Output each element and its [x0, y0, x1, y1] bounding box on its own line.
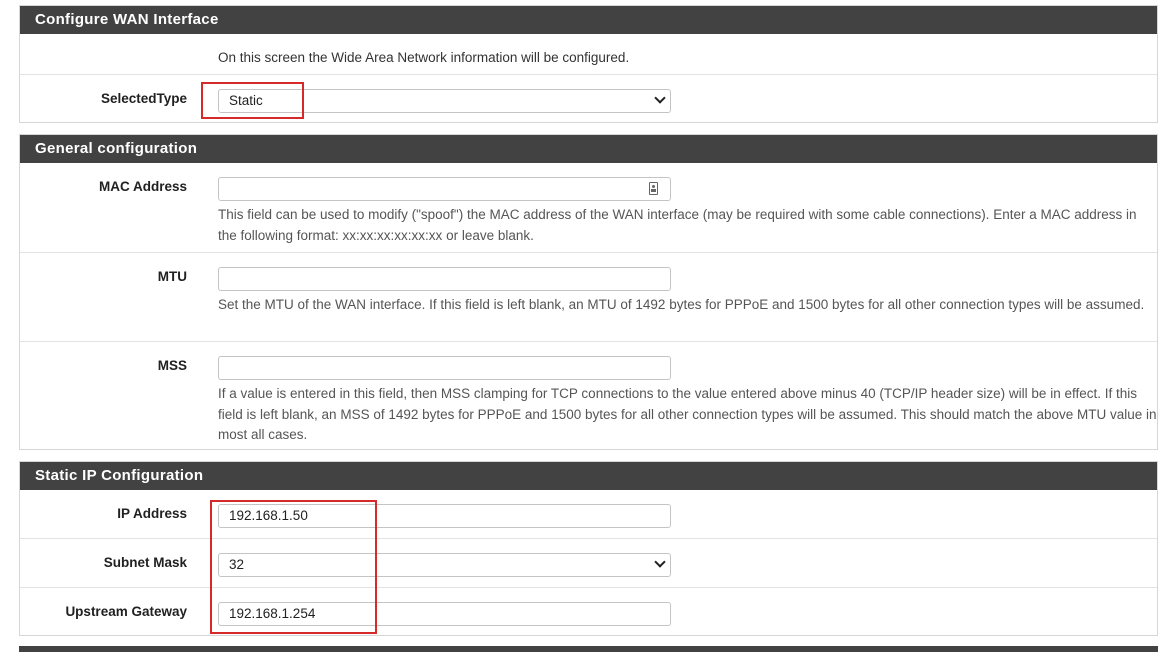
general-panel-title: General configuration [20, 135, 1157, 163]
wan-intro-row: On this screen the Wide Area Network inf… [20, 34, 1157, 74]
selected-type-label: SelectedType [100, 91, 187, 106]
subnet-mask-label: Subnet Mask [103, 555, 187, 570]
wan-panel-title: Configure WAN Interface [20, 6, 1157, 34]
upstream-gateway-row: Upstream Gateway 192.168.1.254 [20, 587, 1157, 636]
ip-address-label: IP Address [117, 506, 187, 521]
static-ip-highlight [210, 500, 377, 634]
mss-row: MSS If a value is entered in this field,… [20, 341, 1157, 450]
mss-label: MSS [157, 358, 187, 373]
ip-address-row: IP Address 192.168.1.50 [20, 490, 1157, 538]
chevron-down-icon [654, 556, 666, 568]
mac-row: MAC Address This field can be used to mo… [20, 163, 1157, 252]
general-panel: General configuration MAC Address This f… [19, 134, 1158, 450]
mtu-input[interactable] [218, 267, 671, 291]
upstream-gateway-label: Upstream Gateway [65, 604, 187, 619]
mac-label: MAC Address [98, 179, 187, 194]
wan-intro-text: On this screen the Wide Area Network inf… [218, 50, 630, 65]
wan-panel: Configure WAN Interface On this screen t… [19, 5, 1158, 123]
mss-input[interactable] [218, 356, 671, 380]
static-ip-panel: Static IP Configuration IP Address 192.1… [19, 461, 1158, 636]
static-ip-panel-title: Static IP Configuration [20, 462, 1157, 490]
mtu-help-text: Set the MTU of the WAN interface. If thi… [218, 297, 1145, 312]
mss-help-text: If a value is entered in this field, the… [218, 386, 1157, 442]
chevron-down-icon [654, 92, 666, 104]
mtu-row: MTU Set the MTU of the WAN interface. If… [20, 252, 1157, 341]
next-panel-header [19, 646, 1158, 652]
contact-card-icon[interactable] [649, 182, 658, 195]
selected-type-highlight [201, 82, 304, 119]
selected-type-row: SelectedType Static [20, 74, 1157, 122]
mac-help-text: This field can be used to modify ("spoof… [218, 207, 1137, 243]
mtu-label: MTU [157, 269, 187, 284]
subnet-mask-row: Subnet Mask 32 [20, 538, 1157, 587]
mac-input[interactable] [218, 177, 671, 201]
